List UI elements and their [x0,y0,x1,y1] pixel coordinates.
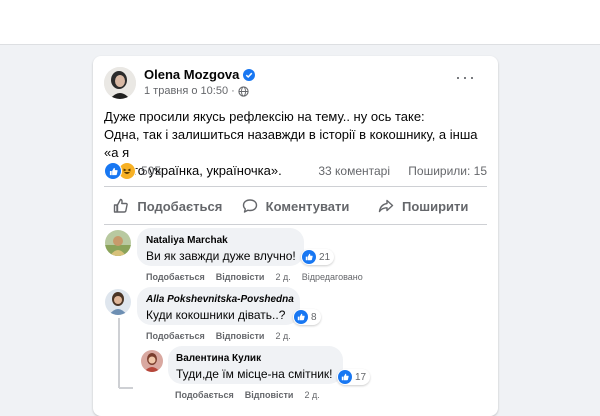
like-reaction-icon [302,250,316,264]
comment-button[interactable]: Коментувати [232,194,360,218]
reactions-summary: 505 33 коментарі Поширили: 15 [104,160,487,180]
comment-time[interactable]: 2 д. [304,390,319,400]
comment-reactions[interactable]: 17 [337,369,371,385]
top-navigation-bar [0,0,600,45]
thumbs-up-icon [114,198,129,213]
post-text-line: Одна, так і залишиться назавжди в історі… [104,127,478,160]
share-button[interactable]: Поширити [359,194,487,218]
post-date[interactable]: 1 травня о 10:50 [144,85,228,97]
comment-actions: Подобається Відповісти 2 д. Відредагован… [146,272,363,282]
commenter-avatar[interactable] [105,289,131,315]
comment-bubble: Alla Pokshevnitska-Povshedna Куди кокошн… [137,287,300,325]
comment-like-count: 21 [319,251,331,263]
comment-bubble: Nataliya Marchak Ви як завжди дуже влучн… [137,228,304,266]
post-card: Olena Mozgova 1 травня о 10:50 · ··· Дуж… [93,56,498,416]
post-meta: 1 травня о 10:50 · [144,85,249,97]
comment-reactions[interactable]: 8 [293,309,321,325]
share-button-label: Поширити [401,198,469,214]
shares-count[interactable]: Поширили: 15 [408,164,487,178]
commenter-avatar[interactable] [141,350,163,372]
comment-like-button[interactable]: Подобається [175,390,234,400]
reply-thread-line [118,318,120,388]
divider [104,224,487,225]
comment-author[interactable]: Alla Pokshevnitska-Povshedna [146,294,294,305]
comment-actions: Подобається Відповісти 2 д. [175,390,320,400]
comment-reply-button[interactable]: Відповісти [216,331,265,341]
verified-badge-icon [243,68,256,81]
like-reaction-icon [294,310,308,324]
comment-bubble: Валентина Кулик Туди,де їм місце-на сміт… [168,346,343,384]
like-button[interactable]: Подобається [104,194,232,218]
comment-reply-button[interactable]: Відповісти [245,390,294,400]
comment-like-count: 8 [311,311,317,323]
comment-like-button[interactable]: Подобається [146,272,205,282]
globe-icon [238,85,249,97]
author-name-row: Olena Mozgova [144,67,256,82]
meta-separator: · [231,85,235,97]
author-avatar[interactable] [104,67,136,99]
comment-time[interactable]: 2 д. [275,331,290,341]
divider [104,186,487,187]
reaction-icons[interactable] [104,162,136,180]
commenter-avatar[interactable] [105,230,131,256]
comment-reactions[interactable]: 21 [301,249,335,265]
reaction-count[interactable]: 505 [141,164,161,178]
post-text-line: Дуже просили якусь рефлексію на тему.. н… [104,109,425,124]
reply-connector-line [119,387,133,389]
comment-actions: Подобається Відповісти 2 д. [146,331,291,341]
comments-count[interactable]: 33 коментарі [318,164,390,178]
like-reaction-icon [104,162,122,180]
post-action-bar: Подобається Коментувати Поширити [104,194,487,218]
comment-time[interactable]: 2 д. [275,272,290,282]
comment-reply-button[interactable]: Відповісти [216,272,265,282]
comment-like-button[interactable]: Подобається [146,331,205,341]
share-icon [378,199,394,213]
comment-text: Куди кокошники дівать..? [146,308,286,322]
like-button-label: Подобається [137,198,223,214]
comment-icon [242,199,257,213]
comment-button-label: Коментувати [265,198,350,214]
comment-text: Ви як завжди дуже влучно! [146,249,296,263]
more-options-button[interactable]: ··· [455,68,476,86]
comment-author[interactable]: Валентина Кулик [176,353,261,364]
comment-author[interactable]: Nataliya Marchak [146,235,228,246]
comment-like-count: 17 [355,371,367,383]
author-name[interactable]: Olena Mozgova [144,67,239,82]
comment-text: Туди,де їм місце-на смітник! [176,367,333,381]
comment-edited-label: Відредаговано [301,272,363,282]
like-reaction-icon [338,370,352,384]
